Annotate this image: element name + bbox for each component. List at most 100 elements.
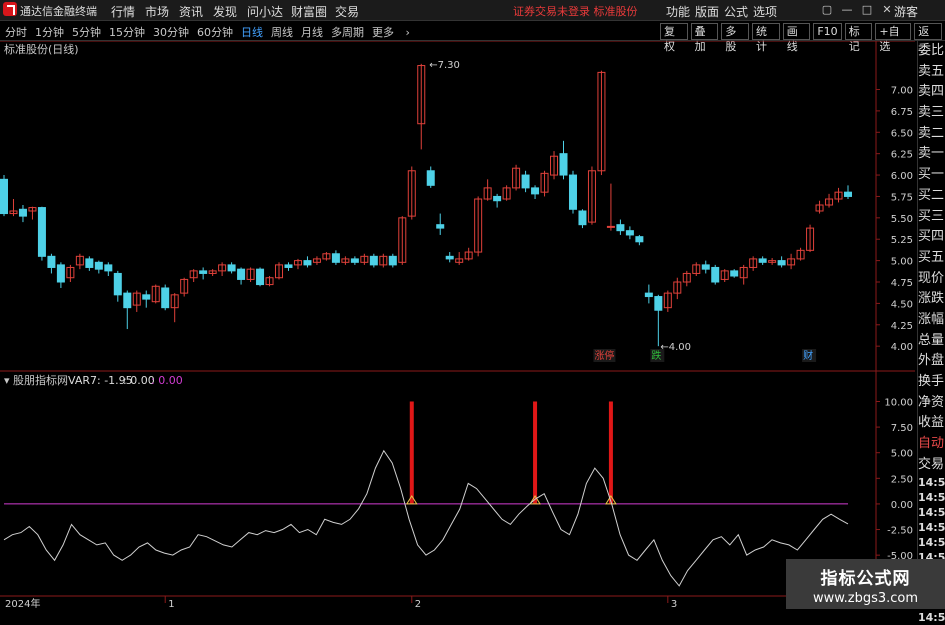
tool-duogu[interactable]: 多股 <box>721 23 750 53</box>
tab-period[interactable]: 1分钟 <box>35 24 64 40</box>
side-tab[interactable]: 交易 <box>918 455 945 476</box>
trade-time: 14:56 <box>918 521 945 535</box>
price-tick-label: 4.75 <box>891 278 913 289</box>
candle-body <box>331 253 340 263</box>
tab-period[interactable]: 多周期 <box>331 24 364 40</box>
window-buttons: ▢ — □ ✕ <box>820 3 894 16</box>
menu-jiaoyi[interactable]: 交易 <box>335 3 369 20</box>
tab-period-more[interactable]: 更多 › <box>372 24 410 40</box>
tool-biaoji[interactable]: 标记 <box>844 23 873 53</box>
side-item: 换手 <box>918 374 945 389</box>
right-menu: 功能 版面 公式 选项 <box>666 3 782 20</box>
login-status: 证券交易未登录 标准股份 <box>513 5 638 18</box>
indicator-legend-2: : 0.00 <box>123 374 155 387</box>
price-tick-label: 5.25 <box>891 235 913 246</box>
candle-body <box>37 207 46 257</box>
tool-diejia[interactable]: 叠加 <box>690 23 719 53</box>
watermark: 指标公式网 www.zbgs3.com <box>786 559 945 609</box>
tab-period[interactable]: 分时 <box>5 24 27 40</box>
side-tab[interactable]: 自动 <box>918 434 945 455</box>
minimize-icon[interactable]: — <box>840 3 854 16</box>
menu-shichang[interactable]: 市场 <box>145 3 179 20</box>
quote-side-panel: 委比 卖五 卖四 卖三 卖二 卖一 买一 买二 买三 买四 买五 现价 涨跌 涨幅 总量 外盘 换手 净资 收益 自动… <box>917 41 945 624</box>
candle-body <box>94 261 103 270</box>
indicator-tick-label: -2.50 <box>887 526 913 537</box>
trade-time: 14:56 <box>918 476 945 490</box>
time-tick-label: 2024年 <box>5 597 40 609</box>
trade-time: 14:56 <box>918 536 945 550</box>
side-item: 外盘 <box>918 353 945 369</box>
candle-body <box>47 255 56 268</box>
candle-body <box>606 225 615 228</box>
chart-svg[interactable]: 标准股份(日线)▾ 股朋指标网 VAR7: -1.95: 0.00: 0.004.… <box>0 40 944 610</box>
main-menu: 行情 市场 资讯 发现 问小达 财富圈 交易 <box>111 3 369 20</box>
menu-caifuquan[interactable]: 财富圈 <box>291 3 335 20</box>
candle-body <box>730 270 739 277</box>
price-tick-label: 6.50 <box>891 128 913 139</box>
tool-tongji[interactable]: 统计 <box>752 23 780 53</box>
side-item: 买一 <box>918 167 945 183</box>
tool-f10[interactable]: F10 <box>813 23 842 40</box>
candle-body <box>388 255 397 266</box>
candle-body <box>777 260 786 266</box>
time-tick-label: 1 <box>168 599 174 609</box>
app-logo-icon <box>3 2 17 16</box>
price-tick-label: 5.75 <box>891 192 913 203</box>
candle-body <box>578 210 587 226</box>
title-bar: 通达信金融终端 行情 市场 资讯 发现 问小达 财富圈 交易 证券交易未登录 标… <box>0 0 945 21</box>
event-marker: 财 <box>803 349 813 362</box>
watermark-url: www.zbgs3.com <box>812 591 919 606</box>
app-title: 通达信金融终端 <box>20 5 97 18</box>
candle-body <box>303 260 312 266</box>
guest-user[interactable]: 游客 <box>894 3 918 20</box>
candle-body <box>521 174 530 189</box>
candle-body <box>654 296 663 311</box>
menu-gongshi[interactable]: 公式 <box>724 3 753 20</box>
low-price-label: ←4.00 <box>660 342 691 353</box>
tool-huaxian[interactable]: 画线 <box>782 23 811 53</box>
tool-zixuan[interactable]: +自选 <box>875 23 912 53</box>
candle-body <box>113 272 122 296</box>
side-item: 买二 <box>918 187 945 203</box>
menu-wenxiaoda[interactable]: 问小达 <box>247 3 291 20</box>
trade-time: 14:56 <box>918 506 945 520</box>
var7-line <box>3 449 849 587</box>
side-item: 收益 <box>918 415 945 431</box>
side-item: 总量 <box>918 332 945 348</box>
tab-period[interactable]: 周线 <box>271 24 293 40</box>
tab-period[interactable]: 60分钟 <box>197 24 233 40</box>
tab-period-more-label: 更多 <box>372 26 394 39</box>
tab-period[interactable]: 30分钟 <box>153 24 189 40</box>
menu-gongneng[interactable]: 功能 <box>666 3 695 20</box>
candle-body <box>56 264 65 283</box>
candle-body <box>493 195 502 202</box>
candle-body <box>104 264 113 272</box>
tab-period[interactable]: 5分钟 <box>72 24 101 40</box>
menu-xuanxiang[interactable]: 选项 <box>753 3 782 20</box>
maximize-icon[interactable]: □ <box>860 3 874 16</box>
price-tick-label: 6.00 <box>891 171 913 182</box>
tool-fanhui[interactable]: 返回 <box>914 23 942 53</box>
indicator-tick-label: 7.50 <box>891 423 913 434</box>
price-tick-label: 5.00 <box>891 257 913 268</box>
chart-area[interactable]: 标准股份(日线) ▾ 股朋指标网 VAR7: -1.95: 0.00: 0.00 4.… <box>0 40 944 610</box>
tab-period[interactable]: 15分钟 <box>109 24 145 40</box>
close-icon[interactable]: ✕ <box>880 3 894 16</box>
restore-icon[interactable]: ▢ <box>820 3 834 16</box>
side-item: 卖一 <box>918 146 945 162</box>
candle-body <box>625 230 634 236</box>
side-item: 买五 <box>918 249 945 265</box>
tab-period[interactable]: 月线 <box>301 24 323 40</box>
watermark-title: 指标公式网 <box>820 569 911 589</box>
menu-faxian[interactable]: 发现 <box>213 3 247 20</box>
indicator-tick-label: 0.00 <box>891 500 913 511</box>
candle-body <box>426 170 435 186</box>
menu-zixun[interactable]: 资讯 <box>179 3 213 20</box>
side-item: 卖四 <box>918 84 945 100</box>
tool-fuquan[interactable]: 复权 <box>660 23 688 53</box>
menu-hangqing[interactable]: 行情 <box>111 3 145 20</box>
right-tools: 复权 叠加 多股 统计 画线 F10 标记 +自选 返回 <box>660 23 945 53</box>
menu-banmian[interactable]: 版面 <box>695 3 724 20</box>
side-item: 卖二 <box>918 125 945 141</box>
tab-period-active[interactable]: 日线 <box>241 24 263 40</box>
